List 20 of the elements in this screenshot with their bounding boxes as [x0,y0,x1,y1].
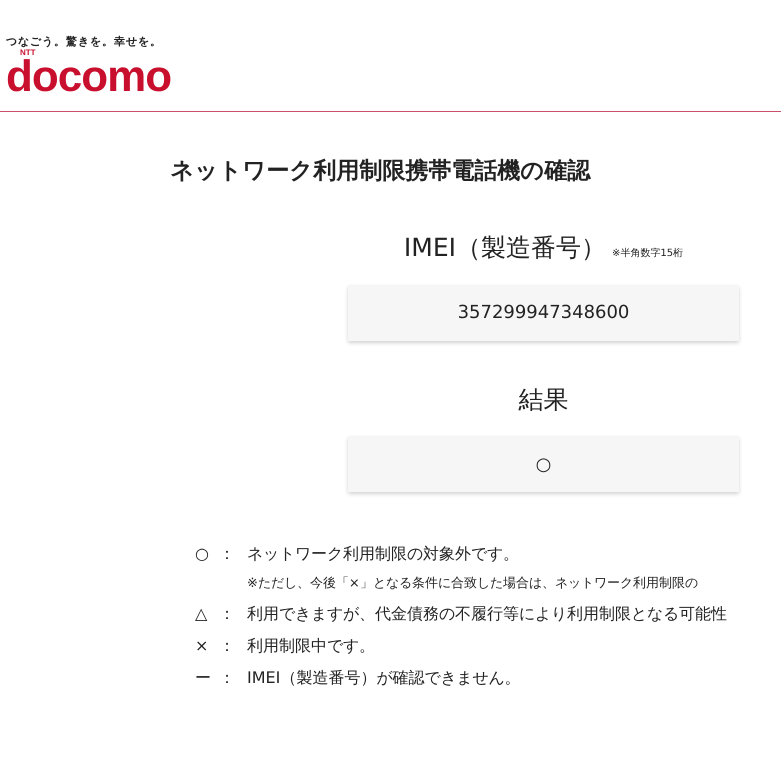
legend-note: ※ただし、今後「×」となる条件に合致した場合は、ネットワーク利用制限の [246,575,699,594]
tagline: つなごう。驚きを。幸せを。 [6,34,163,50]
legend-text: ネットワーク利用制限の対象外です。 [247,543,519,566]
legend-separator: ： [219,602,236,625]
legend-separator: ： [219,543,236,566]
result-label: 結果 [518,384,568,414]
legend-text: 利用制限中です。 [247,634,375,657]
legend-separator: ： [219,634,236,657]
legend-symbol: △ [195,602,208,625]
legend-text: IMEI（製造番号）が確認できません。 [247,666,520,689]
result-field: ○ [348,436,739,492]
imei-field[interactable]: 357299947348600 [348,284,739,341]
legend-symbol: ○ [195,543,210,566]
page-title: ネットワーク利用制限携帯電話機の確認 [170,158,592,186]
legend-text: 利用できますが、代金債務の不履行等により利用制限となる可能性 [247,602,727,625]
imei-label: IMEI（製造番号） [404,233,606,262]
legend-symbol: ー [195,666,212,689]
legend-separator: ： [219,666,236,689]
imei-note: ※半角数字15桁 [612,248,684,260]
legend-symbol: × [195,634,210,657]
